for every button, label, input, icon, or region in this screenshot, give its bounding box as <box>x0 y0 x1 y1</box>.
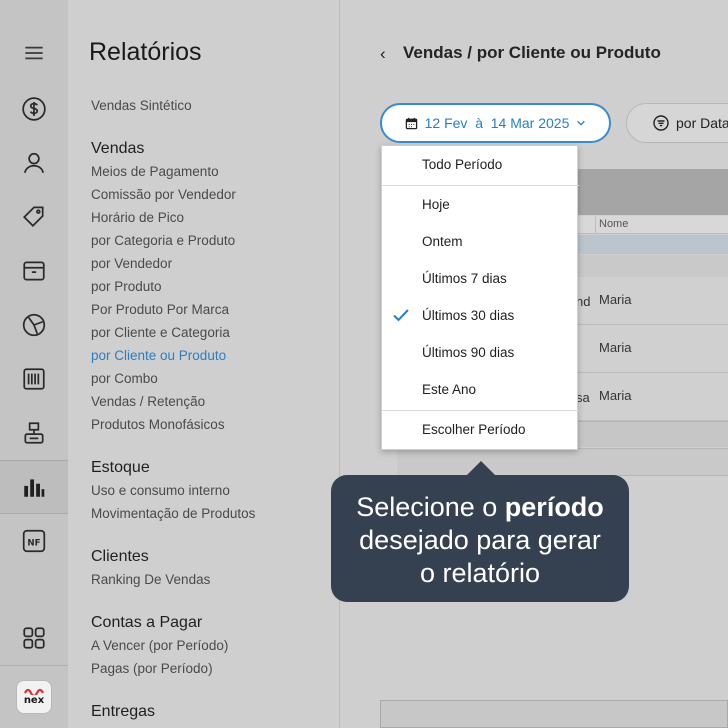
period-option-ultimos-30-dias[interactable]: Últimos 30 dias <box>382 297 579 334</box>
help-tooltip: Selecione o período desejado para gerar … <box>331 475 629 602</box>
tooltip-arrow <box>466 461 496 476</box>
cell-name: Maria <box>599 340 632 355</box>
calendar-icon <box>405 117 417 129</box>
period-dropdown: Todo Período Hoje Ontem Últimos 7 dias Ú… <box>381 145 579 450</box>
group-by-button[interactable]: por Data <box>626 103 728 143</box>
menu-item[interactable]: por Cliente e Categoria <box>91 325 230 340</box>
page-title: Vendas / por Cliente ou Produto <box>403 43 661 62</box>
logo-text: nex <box>23 695 45 706</box>
period-option-label: Últimos 30 dias <box>422 308 515 323</box>
nex-logo[interactable]: nex <box>16 680 52 714</box>
table-row[interactable]: nd Maria <box>576 277 728 325</box>
cell-name: Maria <box>599 388 632 403</box>
tooltip-text: Selecione o <box>356 492 505 522</box>
menu-item[interactable]: Vendas / Retenção <box>91 394 205 409</box>
cell-name: Maria <box>599 292 632 307</box>
table-header-bar <box>577 169 728 215</box>
menu-section-entregas: Entregas <box>91 703 156 720</box>
bottom-bar <box>380 700 728 728</box>
tag-icon[interactable] <box>0 190 68 242</box>
menu-item[interactable]: Ranking De Vendas <box>91 572 210 587</box>
logo-wave-icon <box>24 688 44 695</box>
period-option-label: Todo Período <box>422 157 503 172</box>
period-option-hoje[interactable]: Hoje <box>382 186 579 223</box>
menu-section-clientes: Clientes <box>91 548 149 565</box>
nf-icon-label: NF <box>27 538 40 548</box>
menu-item-active[interactable]: por Cliente ou Produto <box>91 348 226 363</box>
period-option-label: Últimos 90 dias <box>422 345 515 360</box>
menu-item[interactable]: Comissão por Vendedor <box>91 187 236 202</box>
menu-item[interactable]: Meios de Pagamento <box>91 164 219 179</box>
column-header-name[interactable]: Nome <box>599 218 628 230</box>
nf-icon[interactable]: NF <box>0 515 68 567</box>
tooltip-line-3: o relatório <box>419 558 541 588</box>
box-icon[interactable] <box>0 245 68 297</box>
menu-item[interactable]: Produtos Monofásicos <box>91 417 225 432</box>
period-option-escolher-periodo[interactable]: Escolher Período <box>382 411 579 448</box>
tooltip-line-1: Selecione o período <box>331 491 629 524</box>
check-icon <box>393 309 409 322</box>
group-by-label: por Data <box>676 115 728 131</box>
menu-item[interactable]: Pagas (por Período) <box>91 661 213 676</box>
table-row-highlight <box>577 235 728 254</box>
barcode-icon[interactable] <box>0 353 68 405</box>
table-row[interactable]: Maria <box>577 325 728 373</box>
filter-circle-icon <box>653 115 669 131</box>
pie-chart-icon[interactable] <box>0 299 68 351</box>
date-range-label: 12 Fev à 14 Mar 2025 <box>424 115 570 131</box>
register-icon[interactable] <box>0 407 68 459</box>
dollar-circle-icon[interactable] <box>0 83 68 135</box>
menu-item[interactable]: por Produto <box>91 279 162 294</box>
menu-item-vendas-sintetico[interactable]: Vendas Sintético <box>91 98 192 113</box>
period-option-ontem[interactable]: Ontem <box>382 223 579 260</box>
menu-section-contas-a-pagar: Contas a Pagar <box>91 614 203 631</box>
period-option-label: Este Ano <box>422 382 477 397</box>
menu-title: Relatórios <box>89 38 202 66</box>
period-option-label: Últimos 7 dias <box>422 271 507 286</box>
period-option-este-ano[interactable]: Este Ano <box>382 371 579 408</box>
reports-menu: Relatórios Vendas Sintético Vendas Meios… <box>68 0 340 728</box>
menu-section-vendas: Vendas <box>91 140 145 157</box>
chevron-down-icon <box>577 120 586 126</box>
tooltip-line-2: desejado para gerar <box>359 525 601 555</box>
period-option-label: Hoje <box>422 197 450 212</box>
column-header-row: Nome <box>577 216 728 234</box>
table-row[interactable]: sa Maria <box>576 373 728 421</box>
icon-rail: NF nex <box>0 0 68 728</box>
back-chevron-icon[interactable]: ‹ <box>380 44 386 64</box>
menu-item[interactable]: A Vencer (por Período) <box>91 638 228 653</box>
menu-item[interactable]: por Vendedor <box>91 256 172 271</box>
user-icon[interactable] <box>0 137 68 189</box>
hamburger-menu-icon[interactable] <box>0 27 68 79</box>
grid-apps-icon[interactable] <box>0 612 68 664</box>
menu-section-estoque: Estoque <box>91 459 150 476</box>
date-range-button[interactable]: 12 Fev à 14 Mar 2025 <box>380 103 611 143</box>
period-option-ultimos-90-dias[interactable]: Últimos 90 dias <box>382 334 579 371</box>
bar-chart-icon[interactable] <box>0 460 68 514</box>
menu-item[interactable]: por Combo <box>91 371 158 386</box>
menu-item[interactable]: Uso e consumo interno <box>91 483 230 498</box>
menu-item[interactable]: Por Produto Por Marca <box>91 302 229 317</box>
period-option-todo-periodo[interactable]: Todo Período <box>382 146 579 183</box>
table-subheader-row <box>577 255 728 277</box>
menu-item[interactable]: por Categoria e Produto <box>91 233 235 248</box>
menu-item[interactable]: Movimentação de Produtos <box>91 506 255 521</box>
table-total-row <box>397 448 728 476</box>
menu-item[interactable]: Horário de Pico <box>91 210 184 225</box>
period-option-ultimos-7-dias[interactable]: Últimos 7 dias <box>382 260 579 297</box>
period-option-label: Escolher Período <box>422 422 526 437</box>
period-option-label: Ontem <box>422 234 463 249</box>
tooltip-emphasis: período <box>504 492 604 522</box>
